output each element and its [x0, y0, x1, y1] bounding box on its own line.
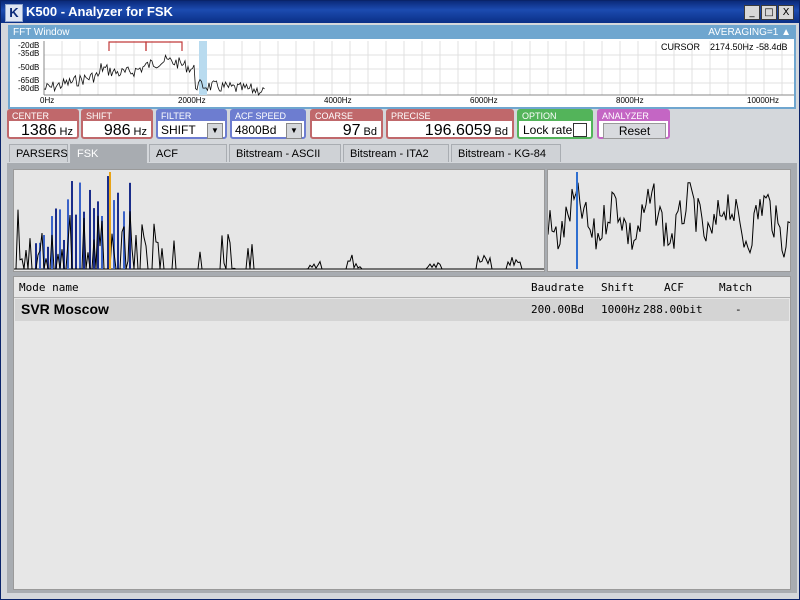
app-window: K K500 - Analyzer for FSK _ □ X FFT Wind…	[0, 0, 800, 600]
averaging-label: AVERAGING=1	[708, 27, 779, 38]
column-header-mode[interactable]: Mode name	[19, 281, 79, 294]
fft-window-panel: FFT Window AVERAGING=1 ▲ -20dB -35dB -50…	[8, 25, 796, 109]
column-header-shift[interactable]: Shift	[601, 281, 634, 294]
lock-rate-checkbox[interactable]	[573, 123, 587, 137]
center-value[interactable]: 1386 Hz	[21, 122, 73, 141]
precise-control[interactable]: PRECISE 196.6059 Bd	[386, 109, 514, 139]
freq-label: 2000Hz	[178, 96, 206, 105]
column-header-baudrate[interactable]: Baudrate	[531, 281, 584, 294]
shift-control[interactable]: SHIFT 986 Hz	[81, 109, 153, 139]
acf-speed-dropdown-arrow-icon[interactable]: ▼	[286, 123, 302, 139]
freq-label: 0Hz	[40, 96, 54, 105]
tab-bitstream-kg84[interactable]: Bitstream - KG-84✕	[451, 144, 561, 178]
maximize-button[interactable]: □	[761, 5, 777, 20]
table-row[interactable]: SVR Moscow 200.00Bd 1000Hz 288.00bit -	[15, 299, 789, 321]
fsk-analyzer-content: Mode name Baudrate Shift ACF Match SVR M…	[7, 163, 797, 593]
filter-label: FILTER	[158, 111, 225, 121]
fft-title: FFT Window	[13, 27, 70, 38]
filter-select-value[interactable]: SHIFT	[161, 123, 196, 137]
center-label: CENTER	[9, 111, 77, 121]
coarse-control[interactable]: COARSE 97 Bd	[310, 109, 383, 139]
mark-space-marker	[108, 41, 147, 51]
precise-value[interactable]: 196.6059 Bd	[425, 122, 508, 141]
cursor-label: CURSOR	[661, 42, 701, 52]
shift-value[interactable]: 986 Hz	[104, 122, 147, 141]
tab-bitstream-ita2[interactable]: Bitstream - ITA2✕	[343, 144, 449, 178]
analyzer-control: ANALYZER Reset	[597, 109, 670, 139]
db-label: -50dB	[18, 63, 39, 72]
window-title: K500 - Analyzer for FSK	[26, 4, 173, 19]
cell-acf: 288.00bit	[643, 303, 703, 316]
tab-acf-analyzer[interactable]: ACF Analyzer	[149, 144, 227, 178]
acf-panel	[547, 169, 791, 272]
acf-trace	[547, 182, 791, 258]
app-icon: K	[5, 4, 23, 22]
shift-label: SHIFT	[83, 111, 151, 121]
coarse-value[interactable]: 97 Bd	[343, 122, 377, 141]
fft-trace	[43, 54, 265, 96]
cell-shift: 1000Hz	[601, 303, 641, 316]
precise-label: PRECISE	[388, 111, 512, 121]
mark-space-marker	[145, 41, 183, 51]
column-header-acf[interactable]: ACF	[664, 281, 684, 294]
cursor-readout: 2174.50Hz -58.4dB	[710, 42, 788, 52]
mode-table: Mode name Baudrate Shift ACF Match SVR M…	[13, 276, 791, 590]
acf-speed-select-value[interactable]: 4800Bd	[235, 123, 276, 137]
center-control[interactable]: CENTER 1386 Hz	[7, 109, 79, 139]
tab-bitstream-ascii[interactable]: Bitstream - ASCII✕	[229, 144, 341, 178]
freq-label: 6000Hz	[470, 96, 498, 105]
title-bar[interactable]: K K500 - Analyzer for FSK _ □ X	[1, 1, 799, 23]
filter-control[interactable]: FILTER SHIFT ▼	[156, 109, 227, 139]
header-divider	[14, 297, 790, 298]
option-label: OPTION	[519, 111, 591, 121]
averaging-toggle[interactable]: AVERAGING=1 ▲	[708, 27, 791, 39]
coarse-label: COARSE	[312, 111, 381, 121]
cell-match: -	[735, 303, 742, 316]
fft-header: FFT Window AVERAGING=1 ▲	[10, 27, 794, 39]
option-control: OPTION Lock rate	[517, 109, 593, 139]
freq-label: 8000Hz	[616, 96, 644, 105]
db-label: -35dB	[18, 49, 39, 58]
freq-label: 10000Hz	[747, 96, 779, 105]
tab-parsers[interactable]: PARSERS	[9, 144, 68, 162]
acf-speed-label: ACF SPEED	[232, 111, 304, 121]
filter-dropdown-arrow-icon[interactable]: ▼	[207, 123, 223, 139]
lock-rate-label: Lock rate	[523, 123, 573, 137]
tab-fsk-analyzer[interactable]: FSK Analyzer	[70, 144, 147, 178]
reset-button[interactable]: Reset	[603, 123, 666, 139]
cell-mode: SVR Moscow	[21, 301, 109, 317]
acf-plot[interactable]	[547, 170, 791, 271]
fsk-spectrum-panel	[13, 169, 545, 272]
analyzer-label: ANALYZER	[599, 111, 668, 121]
db-label: -80dB	[18, 84, 39, 93]
cell-baudrate: 200.00Bd	[531, 303, 584, 316]
minimize-button[interactable]: _	[744, 5, 760, 20]
close-button[interactable]: X	[778, 5, 794, 20]
collapse-triangle-icon[interactable]: ▲	[781, 27, 791, 38]
freq-label: 4000Hz	[324, 96, 352, 105]
fsk-spectrum-plot[interactable]	[14, 170, 544, 271]
acf-speed-control[interactable]: ACF SPEED 4800Bd ▼	[230, 109, 306, 139]
column-header-match[interactable]: Match	[719, 281, 752, 294]
